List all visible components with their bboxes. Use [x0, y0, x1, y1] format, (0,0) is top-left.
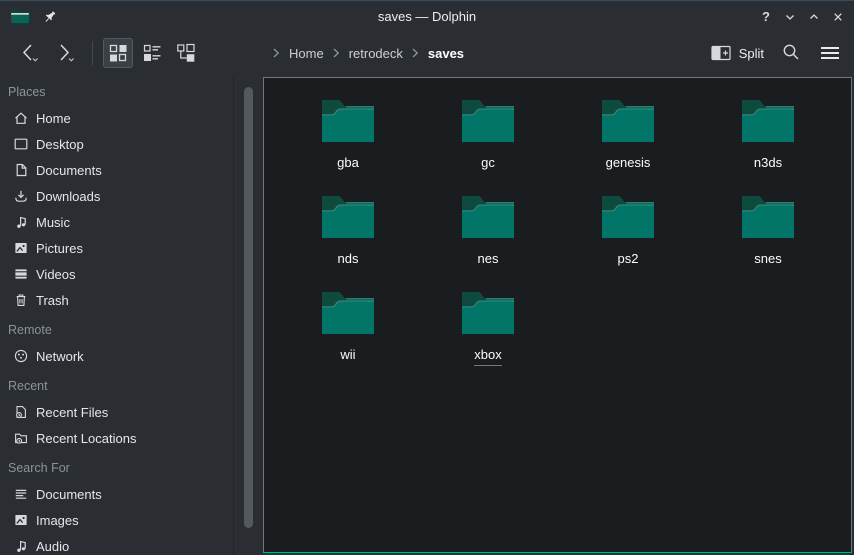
sidebar-section-header: Places — [0, 79, 260, 105]
folder-label: wii — [340, 348, 355, 365]
details-view-button[interactable] — [137, 38, 167, 68]
download-icon — [13, 188, 29, 204]
folder-view[interactable]: gba gc genesis — [263, 77, 852, 553]
split-button[interactable]: Split — [710, 44, 764, 62]
folder-label: nds — [338, 252, 359, 269]
desktop-icon — [13, 136, 29, 152]
folder-label: genesis — [606, 156, 651, 173]
sidebar-item-home[interactable]: Home — [0, 105, 260, 131]
folder-item-snes[interactable]: snes — [698, 192, 838, 288]
folder-label: n3ds — [754, 156, 782, 173]
sidebar-item-images[interactable]: Images — [0, 507, 260, 533]
places-panel: Places Home Desktop Documents Downloads … — [0, 75, 260, 555]
trash-icon — [13, 292, 29, 308]
split-label: Split — [739, 46, 764, 61]
sidebar-item-music[interactable]: Music — [0, 209, 260, 235]
help-button[interactable]: ? — [758, 9, 774, 25]
folder-label: snes — [754, 252, 781, 269]
recent-folder-icon — [13, 430, 29, 446]
tree-view-button[interactable] — [171, 38, 201, 68]
breadcrumb: Home retrodeck saves — [271, 46, 464, 61]
sidebar-item-audio[interactable]: Audio — [0, 533, 260, 555]
sidebar-item-documents[interactable]: Documents — [0, 157, 260, 183]
app-folder-icon[interactable] — [10, 9, 30, 25]
recent-file-icon — [13, 404, 29, 420]
home-icon — [13, 110, 29, 126]
icons-view-button[interactable] — [103, 38, 133, 68]
folder-item-gc[interactable]: gc — [418, 96, 558, 192]
document-icon — [13, 162, 29, 178]
main-toolbar: Home retrodeck saves Split — [0, 31, 854, 75]
close-button[interactable] — [830, 9, 846, 25]
search-button[interactable] — [780, 38, 802, 68]
split-icon — [710, 44, 732, 62]
sidebar-item-pictures[interactable]: Pictures — [0, 235, 260, 261]
sidebar-item-desktop[interactable]: Desktop — [0, 131, 260, 157]
folder-item-gba[interactable]: gba — [278, 96, 418, 192]
text-lines-icon — [13, 486, 29, 502]
sidebar-item-downloads[interactable]: Downloads — [0, 183, 260, 209]
breadcrumb-chevron-icon — [410, 47, 421, 59]
sidebar-section-header: Recent — [0, 373, 260, 399]
folder-label: nes — [478, 252, 499, 269]
hamburger-menu-button[interactable] — [818, 38, 842, 68]
folder-icon — [459, 96, 517, 144]
sidebar-scrollbar[interactable] — [244, 87, 253, 528]
folder-icon — [599, 96, 657, 144]
folder-item-nes[interactable]: nes — [418, 192, 558, 288]
toolbar-separator — [92, 41, 93, 65]
pin-icon[interactable] — [42, 9, 58, 25]
breadcrumb-item-home[interactable]: Home — [289, 46, 324, 61]
minimize-button[interactable] — [782, 9, 798, 25]
folder-icon — [319, 96, 377, 144]
folder-icon — [459, 288, 517, 336]
folder-item-nds[interactable]: nds — [278, 192, 418, 288]
sidebar-item-documents[interactable]: Documents — [0, 481, 260, 507]
folder-label: gba — [337, 156, 359, 173]
folder-icon — [459, 192, 517, 240]
folder-icon — [319, 288, 377, 336]
image-icon — [13, 240, 29, 256]
folder-item-xbox[interactable]: xbox — [418, 288, 558, 384]
sidebar-item-videos[interactable]: Videos — [0, 261, 260, 287]
folder-item-wii[interactable]: wii — [278, 288, 418, 384]
image-icon — [13, 512, 29, 528]
sidebar-section-header: Remote — [0, 317, 260, 343]
network-icon — [13, 348, 29, 364]
window-title: saves — Dolphin — [0, 9, 854, 24]
folder-icon — [599, 192, 657, 240]
breadcrumb-chevron-icon — [331, 47, 342, 59]
breadcrumb-item-saves[interactable]: saves — [428, 46, 464, 61]
titlebar[interactable]: saves — Dolphin ? — [0, 2, 854, 31]
sidebar-divider — [233, 75, 234, 555]
folder-label: xbox — [474, 348, 501, 366]
maximize-button[interactable] — [806, 9, 822, 25]
sidebar-item-recent-locations[interactable]: Recent Locations — [0, 425, 260, 451]
sidebar-item-network[interactable]: Network — [0, 343, 260, 369]
folder-icon — [739, 192, 797, 240]
folder-label: ps2 — [618, 252, 639, 269]
dolphin-window: saves — Dolphin ? — [0, 0, 854, 555]
sidebar-item-recent-files[interactable]: Recent Files — [0, 399, 260, 425]
sidebar-item-trash[interactable]: Trash — [0, 287, 260, 313]
folder-icon — [739, 96, 797, 144]
breadcrumb-item-retrodeck[interactable]: retrodeck — [349, 46, 403, 61]
folder-icon — [319, 192, 377, 240]
folder-item-genesis[interactable]: genesis — [558, 96, 698, 192]
folder-item-n3ds[interactable]: n3ds — [698, 96, 838, 192]
folder-label: gc — [481, 156, 495, 173]
music-icon — [13, 214, 29, 230]
video-icon — [13, 266, 29, 282]
forward-button[interactable] — [48, 38, 84, 68]
music-icon — [13, 538, 29, 554]
back-button[interactable] — [12, 38, 48, 68]
sidebar-section-header: Search For — [0, 455, 260, 481]
folder-item-ps2[interactable]: ps2 — [558, 192, 698, 288]
folder-grid: gba gc genesis — [264, 78, 851, 384]
breadcrumb-chevron-icon — [271, 47, 282, 59]
